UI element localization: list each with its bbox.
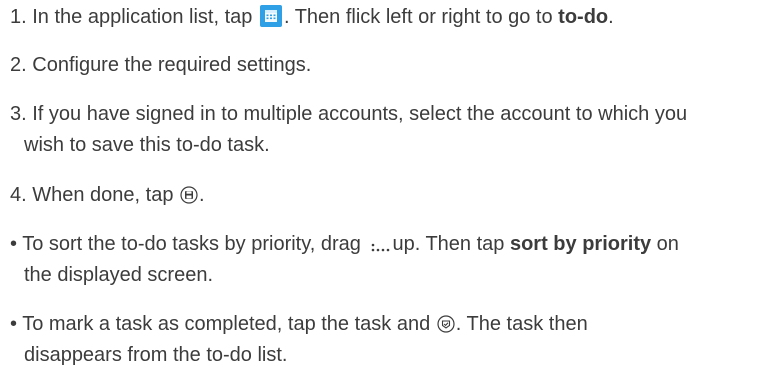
bullet-mark-complete: • To mark a task as completed, tap the t… xyxy=(10,313,588,336)
drag-handle-icon xyxy=(370,237,392,252)
step-text: Configure the required settings. xyxy=(32,54,312,76)
bullet-text: up. Then tap xyxy=(392,233,505,255)
bullet-mark-complete-continued: disappears from the to-do list. xyxy=(10,344,287,367)
step-1: 1. In the application list, tap . Then f… xyxy=(10,4,614,29)
step-3: 3. If you have signed in to multiple acc… xyxy=(10,103,687,126)
step-3-continued: wish to save this to-do task. xyxy=(10,134,270,157)
bullet-marker: • xyxy=(10,313,18,335)
bullet-sort-priority-continued: the displayed screen. xyxy=(10,264,213,287)
step-number: 4. xyxy=(10,184,27,206)
bullet-sort-priority: • To sort the to-do tasks by priority, d… xyxy=(10,233,679,256)
step-text: When done, tap xyxy=(32,184,174,206)
bullet-text: on xyxy=(656,233,679,255)
step-4: 4. When done, tap . xyxy=(10,184,205,207)
bullet-text: To mark a task as completed, tap the tas… xyxy=(22,313,431,335)
save-icon xyxy=(180,186,198,204)
step-number: 2. xyxy=(10,54,27,76)
bullet-text: the displayed screen. xyxy=(24,264,214,286)
bullet-text: To sort the to-do tasks by priority, dra… xyxy=(22,233,361,255)
step-number: 3. xyxy=(10,103,27,125)
step-text: . xyxy=(608,6,614,28)
step-text: . xyxy=(199,184,205,206)
step-text: If you have signed in to multiple accoun… xyxy=(32,103,688,125)
bullet-text: . The task then xyxy=(455,313,588,335)
step-number: 1. xyxy=(10,6,27,28)
complete-icon xyxy=(437,315,455,333)
tab-name-todo: to-do xyxy=(558,6,609,28)
bullet-text: disappears from the to-do list. xyxy=(24,344,288,366)
bullet-marker: • xyxy=(10,233,18,255)
step-text: wish to save this to-do task. xyxy=(24,134,270,156)
option-sort-by-priority: sort by priority xyxy=(509,233,652,255)
step-text: . Then flick left or right to go to xyxy=(283,6,553,28)
calendar-app-icon xyxy=(259,4,282,27)
step-text: In the application list, tap xyxy=(32,6,253,28)
step-2: 2. Configure the required settings. xyxy=(10,54,311,77)
